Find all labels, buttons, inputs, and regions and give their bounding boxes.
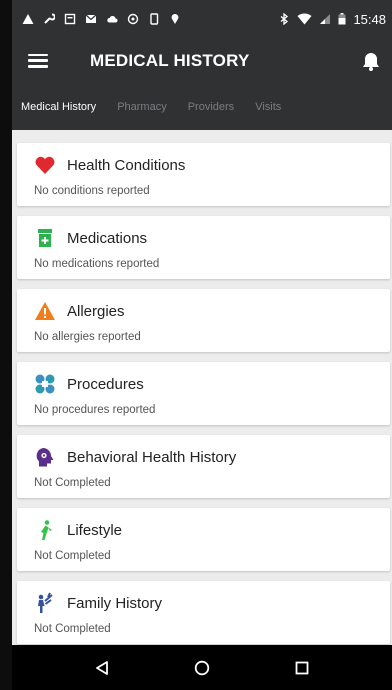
card-subtitle: No procedures reported xyxy=(34,404,156,416)
card-lifestyle[interactable]: Lifestyle Not Completed xyxy=(17,508,390,571)
head-gear-icon xyxy=(36,448,54,467)
app-bar: MEDICAL HISTORY xyxy=(12,38,392,83)
notifications-bell-icon[interactable] xyxy=(360,50,382,72)
android-navigation-bar xyxy=(12,645,392,690)
card-subtitle: Not Completed xyxy=(34,477,111,489)
card-family-history[interactable]: Family History Not Completed xyxy=(17,581,390,644)
recents-square-icon xyxy=(295,661,309,674)
family-icon xyxy=(38,592,53,613)
card-procedures[interactable]: Procedures No procedures reported xyxy=(17,362,390,425)
phone-screen: 15:48 MEDICAL HISTORY Medical History Ph… xyxy=(12,0,392,690)
home-button[interactable] xyxy=(193,659,211,677)
back-button[interactable] xyxy=(93,659,111,677)
alert-icon xyxy=(22,14,34,24)
back-triangle-icon xyxy=(96,660,108,675)
vpn-icon xyxy=(127,13,139,25)
card-subtitle: Not Completed xyxy=(34,623,111,635)
warning-icon xyxy=(35,302,55,320)
hamburger-menu-icon[interactable] xyxy=(28,53,48,68)
card-title: Health Conditions xyxy=(67,156,186,174)
runner-icon xyxy=(41,520,52,540)
card-subtitle: No medications reported xyxy=(34,258,160,270)
card-behavioral-health-history[interactable]: Behavioral Health History Not Completed xyxy=(17,435,390,498)
procedures-icon xyxy=(35,374,55,394)
tab-medical-history[interactable]: Medical History xyxy=(21,101,96,113)
card-subtitle: No conditions reported xyxy=(34,185,150,197)
card-title: Procedures xyxy=(67,375,144,393)
bluetooth-icon xyxy=(281,13,289,25)
status-time: 15:48 xyxy=(353,11,386,27)
card-allergies[interactable]: Allergies No allergies reported xyxy=(17,289,390,352)
wrench-icon xyxy=(44,13,55,24)
battery-icon xyxy=(338,13,346,25)
card-title: Medications xyxy=(67,229,148,247)
location-icon xyxy=(171,13,179,24)
page-title: MEDICAL HISTORY xyxy=(90,50,250,70)
wifi-icon xyxy=(297,13,312,25)
signal-icon xyxy=(320,14,331,24)
tab-bar: Medical History Pharmacy Providers Visit… xyxy=(12,83,392,130)
recents-button[interactable] xyxy=(293,659,311,677)
phone-icon xyxy=(150,13,159,25)
mail-icon xyxy=(85,14,97,23)
tab-pharmacy[interactable]: Pharmacy xyxy=(117,101,167,113)
tab-visits[interactable]: Visits xyxy=(255,101,281,113)
card-title: Lifestyle xyxy=(67,521,123,539)
heart-icon xyxy=(35,156,55,174)
card-subtitle: No allergies reported xyxy=(34,331,141,343)
card-subtitle: Not Completed xyxy=(34,550,111,562)
card-medications[interactable]: Medications No medications reported xyxy=(17,216,390,279)
pill-bottle-icon xyxy=(38,229,52,247)
medical-history-list: Health Conditions No conditions reported… xyxy=(12,130,392,645)
tab-providers[interactable]: Providers xyxy=(188,101,234,113)
notification-icons xyxy=(22,13,181,25)
card-health-conditions[interactable]: Health Conditions No conditions reported xyxy=(17,143,390,206)
sim-icon xyxy=(64,13,76,25)
cloud-icon xyxy=(107,15,118,23)
system-indicators: 15:48 xyxy=(278,12,386,27)
card-title: Behavioral Health History xyxy=(67,448,237,466)
card-title: Family History xyxy=(67,594,163,612)
status-bar: 15:48 xyxy=(12,0,392,38)
card-title: Allergies xyxy=(67,302,125,320)
home-circle-icon xyxy=(194,660,210,675)
